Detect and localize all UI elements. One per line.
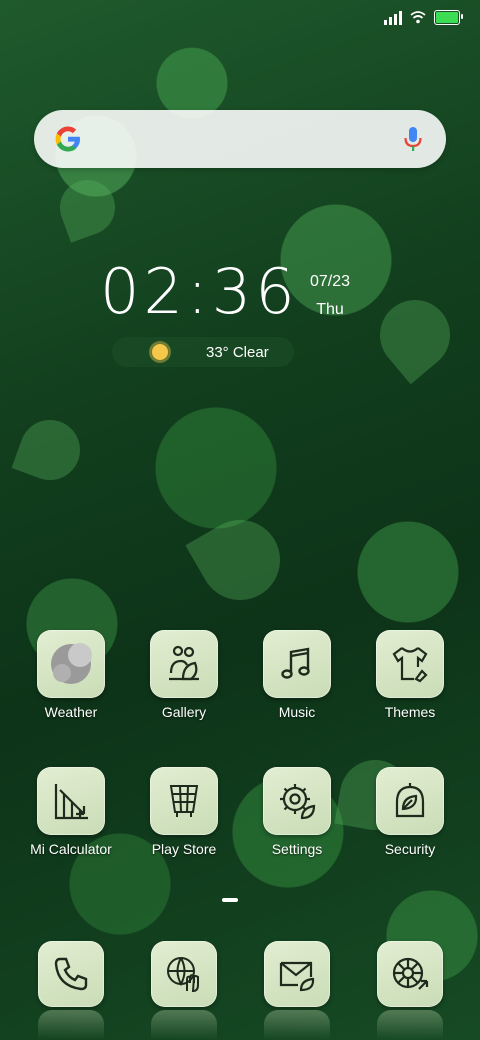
weather-widget[interactable]: 33° Clear <box>112 337 294 367</box>
day-label: Thu <box>316 301 344 318</box>
messages-app-tile[interactable] <box>264 941 330 1007</box>
weather-app-tile[interactable] <box>37 630 105 698</box>
app-label: Security <box>384 841 436 857</box>
app-gallery[interactable]: Gallery <box>129 630 239 720</box>
status-bar <box>384 10 463 25</box>
themes-app-tile[interactable] <box>376 630 444 698</box>
wallpaper-leaf <box>185 505 295 615</box>
phone-app-tile[interactable] <box>38 941 104 1007</box>
sun-icon <box>152 344 168 360</box>
dock-messages[interactable] <box>242 941 352 1007</box>
app-music[interactable]: Music <box>242 630 352 720</box>
dock-reflection <box>38 1010 104 1040</box>
app-mi-calculator[interactable]: Mi Calculator <box>16 767 126 857</box>
gallery-app-tile[interactable] <box>150 630 218 698</box>
calculator-app-tile[interactable] <box>37 767 105 835</box>
phone-icon <box>54 957 88 991</box>
dock-browser[interactable] <box>129 941 239 1007</box>
play-store-app-tile[interactable] <box>150 767 218 835</box>
app-label: Mi Calculator <box>30 841 112 857</box>
gallery-icon <box>169 645 199 681</box>
camera-icon <box>392 957 429 990</box>
wifi-icon <box>410 11 426 24</box>
browser-app-tile[interactable] <box>151 941 217 1007</box>
tshirt-icon <box>392 647 428 683</box>
app-weather[interactable]: Weather <box>16 630 126 720</box>
page-indicator[interactable] <box>222 898 238 902</box>
camera-app-tile[interactable] <box>377 941 443 1007</box>
app-label: Themes <box>384 704 436 720</box>
security-app-tile[interactable] <box>376 767 444 835</box>
weather-icon <box>51 643 92 684</box>
battery-icon <box>434 10 463 25</box>
settings-app-tile[interactable] <box>263 767 331 835</box>
music-app-tile[interactable] <box>263 630 331 698</box>
dock-camera[interactable] <box>355 941 465 1007</box>
dock-reflection <box>151 1010 217 1040</box>
clock-date[interactable]: 07/23 Thu <box>310 268 350 324</box>
mail-leaf-icon <box>279 961 315 992</box>
app-settings[interactable]: Settings <box>242 767 352 857</box>
mic-icon[interactable] <box>402 125 424 153</box>
date-label: 07/23 <box>310 273 351 290</box>
shield-leaf-icon <box>395 783 425 818</box>
google-search-bar[interactable] <box>34 110 446 168</box>
gear-leaf-icon <box>280 784 316 820</box>
app-label: Gallery <box>161 704 207 720</box>
wallpaper-leaf <box>365 285 465 385</box>
calculator-icon <box>54 784 88 820</box>
signal-icon <box>384 10 402 25</box>
wallpaper-leaf <box>11 411 89 489</box>
dock-phone[interactable] <box>16 941 126 1007</box>
app-security[interactable]: Security <box>355 767 465 857</box>
app-label: Settings <box>271 841 323 857</box>
wallpaper-leaf <box>52 172 123 243</box>
store-grid-icon <box>169 785 199 817</box>
app-label: Play Store <box>151 841 217 857</box>
app-label: Music <box>278 704 316 720</box>
dock-reflection <box>264 1010 330 1040</box>
app-label: Weather <box>44 704 98 720</box>
weather-text: 33° Clear <box>206 343 269 361</box>
music-note-icon <box>281 647 310 679</box>
clock-time[interactable]: 02:36 <box>100 255 299 328</box>
app-play-store[interactable]: Play Store <box>129 767 239 857</box>
globe-hand-icon <box>167 957 199 993</box>
app-themes[interactable]: Themes <box>355 630 465 720</box>
dock-reflection <box>377 1010 443 1040</box>
google-g-icon[interactable] <box>52 123 84 155</box>
